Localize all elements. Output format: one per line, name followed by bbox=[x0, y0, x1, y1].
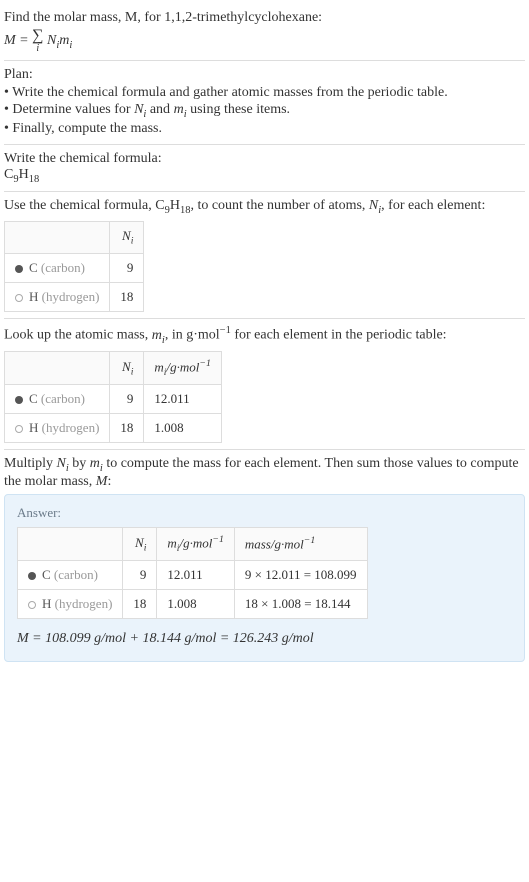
table-header-row: Ni bbox=[5, 222, 144, 254]
element-cell: H (hydrogen) bbox=[5, 414, 110, 443]
table-row: H (hydrogen) 18 1.008 18 × 1.008 = 18.14… bbox=[18, 590, 368, 619]
ni-cell: 9 bbox=[123, 561, 157, 590]
step4-text: Multiply Ni by mi to compute the mass fo… bbox=[4, 456, 525, 490]
mi-cell: 1.008 bbox=[144, 414, 221, 443]
var-mi: mi bbox=[174, 102, 187, 117]
hydrogen-dot-icon bbox=[15, 425, 23, 433]
plan-heading: Plan: bbox=[4, 67, 525, 83]
col-element bbox=[5, 222, 110, 254]
sigma-index: i bbox=[32, 44, 43, 54]
table-row: C (carbon) 9 12.011 9 × 12.011 = 108.099 bbox=[18, 561, 368, 590]
col-mass: mass/g·mol−1 bbox=[234, 528, 367, 561]
mi-cell: 1.008 bbox=[157, 590, 234, 619]
step3-text: Look up the atomic mass, mi, in g·mol−1 … bbox=[4, 325, 525, 345]
element-cell: H (hydrogen) bbox=[18, 590, 123, 619]
step2-text: Use the chemical formula, C9H18, to coun… bbox=[4, 198, 525, 216]
question-block: Find the molar mass, M, for 1,1,2-trimet… bbox=[4, 4, 525, 61]
answer-table: Ni mi/g·mol−1 mass/g·mol−1 C (carbon) 9 … bbox=[17, 527, 368, 619]
col-mi: mi/g·mol−1 bbox=[157, 528, 234, 561]
step-compute-mass: Multiply Ni by mi to compute the mass fo… bbox=[4, 450, 525, 668]
hydrogen-dot-icon bbox=[28, 601, 36, 609]
plan-item-3: • Finally, compute the mass. bbox=[4, 121, 525, 137]
step-count-atoms: Use the chemical formula, C9H18, to coun… bbox=[4, 192, 525, 319]
plan-list: • Write the chemical formula and gather … bbox=[4, 85, 525, 137]
table-row: C (carbon) 9 12.011 bbox=[5, 385, 222, 414]
plan-block: Plan: • Write the chemical formula and g… bbox=[4, 61, 525, 145]
mi-cell: 12.011 bbox=[157, 561, 234, 590]
table-row: H (hydrogen) 18 1.008 bbox=[5, 414, 222, 443]
sigma-sum: ∑i bbox=[32, 28, 43, 54]
element-cell: H (hydrogen) bbox=[5, 282, 110, 311]
ni-cell: 9 bbox=[110, 385, 144, 414]
sigma-symbol: ∑ bbox=[32, 27, 43, 44]
plan-item-1: • Write the chemical formula and gather … bbox=[4, 85, 525, 101]
plan-item-2: • Determine values for Ni and mi using t… bbox=[4, 102, 525, 120]
col-ni: Ni bbox=[123, 528, 157, 561]
carbon-dot-icon bbox=[15, 396, 23, 404]
step-atomic-mass: Look up the atomic mass, mi, in g·mol−1 … bbox=[4, 319, 525, 450]
col-ni: Ni bbox=[110, 222, 144, 254]
var-Ni: Ni bbox=[369, 198, 381, 213]
answer-box: Answer: Ni mi/g·mol−1 mass/g·mol−1 C (ca… bbox=[4, 494, 525, 662]
col-element bbox=[18, 528, 123, 561]
formula-prefix: M = bbox=[4, 33, 32, 48]
mass-cell: 18 × 1.008 = 18.144 bbox=[234, 590, 367, 619]
answer-label: Answer: bbox=[17, 505, 512, 521]
step1-heading: Write the chemical formula: bbox=[4, 151, 525, 167]
ni-cell: 9 bbox=[110, 253, 144, 282]
question-line1: Find the molar mass, M, for 1,1,2-trimet… bbox=[4, 10, 322, 25]
hydrogen-dot-icon bbox=[15, 294, 23, 302]
element-cell: C (carbon) bbox=[5, 253, 110, 282]
element-cell: C (carbon) bbox=[18, 561, 123, 590]
col-mi: mi/g·mol−1 bbox=[144, 352, 221, 385]
element-cell: C (carbon) bbox=[5, 385, 110, 414]
mass-cell: 9 × 12.011 = 108.099 bbox=[234, 561, 367, 590]
var-Ni: Ni bbox=[134, 102, 146, 117]
ni-cell: 18 bbox=[123, 590, 157, 619]
formula-Ni: Nimi bbox=[44, 33, 73, 48]
atomic-mass-table: Ni mi/g·mol−1 C (carbon) 9 12.011 H (hyd… bbox=[4, 351, 222, 443]
mi-cell: 12.011 bbox=[144, 385, 221, 414]
chemical-formula: C9H18 bbox=[4, 167, 525, 185]
table-header-row: Ni mi/g·mol−1 mass/g·mol−1 bbox=[18, 528, 368, 561]
final-result: M = 108.099 g/mol + 18.144 g/mol = 126.2… bbox=[17, 631, 512, 647]
question-text: Find the molar mass, M, for 1,1,2-trimet… bbox=[4, 10, 525, 26]
col-ni: Ni bbox=[110, 352, 144, 385]
atom-count-table: Ni C (carbon) 9 H (hydrogen) 18 bbox=[4, 221, 144, 312]
carbon-dot-icon bbox=[28, 572, 36, 580]
table-row: H (hydrogen) 18 bbox=[5, 282, 144, 311]
ni-cell: 18 bbox=[110, 282, 144, 311]
ni-cell: 18 bbox=[110, 414, 144, 443]
col-element bbox=[5, 352, 110, 385]
step-chemical-formula: Write the chemical formula: C9H18 bbox=[4, 145, 525, 192]
carbon-dot-icon bbox=[15, 265, 23, 273]
table-header-row: Ni mi/g·mol−1 bbox=[5, 352, 222, 385]
molar-mass-formula: M = ∑i Nimi bbox=[4, 28, 525, 54]
table-row: C (carbon) 9 bbox=[5, 253, 144, 282]
